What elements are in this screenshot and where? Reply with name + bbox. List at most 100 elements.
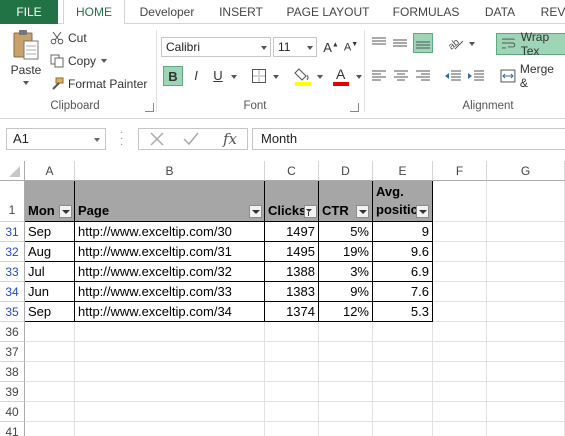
table-cell-page[interactable]: http://www.exceltip.com/31 [75, 242, 265, 262]
tab-home[interactable]: HOME [63, 0, 125, 25]
row-header[interactable]: 39 [0, 382, 25, 402]
cancel-button[interactable] [147, 130, 167, 148]
table-cell-month[interactable]: Sep [25, 302, 75, 322]
filter-dropdown-icon[interactable] [249, 205, 262, 218]
table-cell-page[interactable]: http://www.exceltip.com/32 [75, 262, 265, 282]
column-header-g[interactable]: G [487, 161, 565, 181]
table-cell-ctr[interactable]: 19% [319, 242, 373, 262]
table-cell[interactable] [25, 422, 75, 436]
table-cell-clicks[interactable]: 1495 [265, 242, 319, 262]
table-cell[interactable] [487, 302, 565, 322]
bold-button[interactable]: B [163, 66, 183, 86]
table-cell[interactable] [433, 282, 487, 302]
table-cell-pos[interactable]: 9.6 [373, 242, 433, 262]
table-cell[interactable] [433, 382, 487, 402]
table-cell[interactable] [319, 422, 373, 436]
table-cell[interactable] [75, 402, 265, 422]
table-cell[interactable] [433, 302, 487, 322]
filter-dropdown-icon[interactable] [59, 205, 72, 218]
column-header-e[interactable]: E [373, 161, 433, 181]
tab-page-layout[interactable]: PAGE LAYOUT [280, 0, 376, 24]
row-header[interactable]: 32 [0, 242, 25, 262]
table-cell[interactable] [319, 402, 373, 422]
row-header[interactable]: 35 [0, 302, 25, 322]
table-cell[interactable] [25, 322, 75, 342]
chevron-down-icon[interactable] [273, 75, 279, 79]
table-cell[interactable] [319, 362, 373, 382]
table-cell[interactable] [75, 422, 265, 436]
table-cell-month[interactable]: Aug [25, 242, 75, 262]
table-cell-month[interactable]: Jun [25, 282, 75, 302]
column-header-c[interactable]: C [265, 161, 319, 181]
table-cell[interactable] [319, 322, 373, 342]
table-cell[interactable] [487, 242, 565, 262]
table-cell-month[interactable]: Jul [25, 262, 75, 282]
table-cell[interactable] [433, 422, 487, 436]
table-cell[interactable] [433, 362, 487, 382]
table-cell[interactable] [373, 362, 433, 382]
table-cell[interactable] [25, 382, 75, 402]
tab-insert[interactable]: INSERT [210, 0, 272, 24]
enter-button[interactable] [181, 130, 201, 148]
filter-sort-icon[interactable] [304, 205, 317, 218]
column-header-a[interactable]: A [25, 161, 75, 181]
filter-dropdown-icon[interactable] [416, 205, 429, 218]
select-all-corner[interactable] [0, 161, 25, 181]
filter-dropdown-icon[interactable] [356, 205, 369, 218]
table-cell-clicks[interactable]: 1383 [265, 282, 319, 302]
table-cell[interactable] [433, 342, 487, 362]
tab-formulas[interactable]: FORMULAS [386, 0, 466, 24]
clipboard-launcher-icon[interactable] [145, 103, 154, 112]
cut-button[interactable]: Cut [50, 29, 87, 47]
table-cell[interactable] [265, 402, 319, 422]
table-cell-ctr[interactable]: 12% [319, 302, 373, 322]
insert-function-button[interactable]: fx [217, 129, 243, 149]
align-left-button[interactable] [371, 67, 389, 85]
table-cell[interactable] [373, 422, 433, 436]
table-cell-page[interactable]: http://www.exceltip.com/34 [75, 302, 265, 322]
table-cell[interactable] [75, 342, 265, 362]
table-cell[interactable] [75, 322, 265, 342]
table-cell[interactable] [487, 422, 565, 436]
italic-button[interactable]: I [186, 66, 206, 86]
table-cell[interactable] [487, 222, 565, 242]
row-header[interactable]: 36 [0, 322, 25, 342]
table-cell[interactable] [75, 362, 265, 382]
header-cell-page[interactable]: Page [75, 181, 265, 222]
copy-button[interactable]: Copy [50, 52, 108, 70]
borders-button[interactable] [251, 67, 269, 85]
table-cell-clicks[interactable]: 1497 [265, 222, 319, 242]
row-header[interactable]: 34 [0, 282, 25, 302]
chevron-down-icon[interactable] [317, 75, 323, 79]
table-cell-page[interactable]: http://www.exceltip.com/33 [75, 282, 265, 302]
cell-g1[interactable] [487, 181, 565, 222]
orientation-button[interactable]: ab [446, 33, 468, 53]
vertical-dots-icon[interactable]: · · · [120, 128, 123, 150]
table-cell-ctr[interactable]: 5% [319, 222, 373, 242]
chevron-down-icon[interactable] [231, 75, 237, 79]
row-header-1[interactable]: 1 [0, 181, 25, 222]
fill-color-button[interactable] [294, 65, 314, 87]
font-launcher-icon[interactable] [350, 103, 359, 112]
table-cell[interactable] [487, 322, 565, 342]
table-cell[interactable] [265, 362, 319, 382]
paste-button[interactable]: Paste [6, 28, 46, 94]
bottom-align-button[interactable] [413, 33, 433, 53]
table-cell[interactable] [487, 362, 565, 382]
formula-input[interactable]: Month [252, 128, 565, 150]
table-cell-pos[interactable]: 6.9 [373, 262, 433, 282]
underline-button[interactable]: U [208, 66, 228, 86]
table-cell-page[interactable]: http://www.exceltip.com/30 [75, 222, 265, 242]
increase-indent-button[interactable] [467, 67, 487, 85]
table-cell-clicks[interactable]: 1388 [265, 262, 319, 282]
table-cell[interactable] [487, 262, 565, 282]
align-right-button[interactable] [415, 67, 433, 85]
table-cell[interactable] [373, 382, 433, 402]
table-cell-pos[interactable]: 5.3 [373, 302, 433, 322]
table-cell-month[interactable]: Sep [25, 222, 75, 242]
table-cell-clicks[interactable]: 1374 [265, 302, 319, 322]
table-cell[interactable] [25, 342, 75, 362]
table-cell[interactable] [487, 382, 565, 402]
format-painter-button[interactable]: Format Painter [50, 75, 147, 93]
table-cell[interactable] [265, 342, 319, 362]
